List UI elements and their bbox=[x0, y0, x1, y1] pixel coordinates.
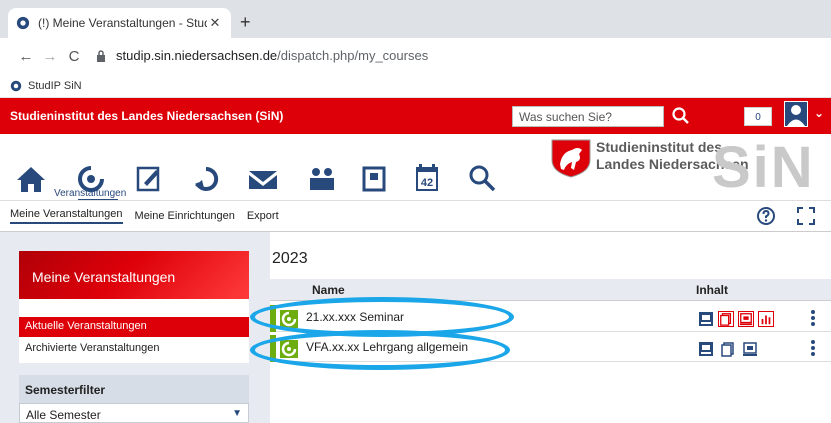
column-header-content: Inhalt bbox=[696, 283, 728, 297]
files-icon[interactable] bbox=[720, 341, 736, 357]
tab-my-institutes[interactable]: Meine Einrichtungen bbox=[135, 210, 235, 222]
course-name[interactable]: 21.xx.xxx Seminar bbox=[306, 310, 404, 324]
column-header-name[interactable]: Name bbox=[312, 283, 345, 297]
search-nav-icon[interactable] bbox=[468, 164, 496, 192]
mail-icon[interactable] bbox=[248, 170, 278, 190]
messages-compose-icon[interactable] bbox=[136, 164, 162, 192]
people-icon[interactable] bbox=[306, 166, 338, 192]
sub-navigation: Meine Veranstaltungen Meine Einrichtunge… bbox=[0, 200, 831, 232]
community-icon[interactable] bbox=[192, 166, 220, 192]
course-table-header: Name Inhalt bbox=[270, 279, 831, 301]
nav-label-courses[interactable]: Veranstaltungen bbox=[54, 188, 126, 199]
table-row[interactable]: 21.xx.xxx Seminar bbox=[270, 305, 831, 332]
schedule-icon[interactable] bbox=[738, 311, 754, 327]
table-row[interactable]: VFA.xx.xx Lehrgang allgemein bbox=[270, 335, 831, 362]
avatar-icon[interactable] bbox=[784, 101, 808, 127]
semester-year-heading: 2023 bbox=[272, 250, 308, 267]
schedule-icon[interactable] bbox=[742, 341, 758, 357]
calendar-icon[interactable]: 42 bbox=[414, 163, 440, 193]
help-icon[interactable] bbox=[756, 206, 776, 226]
semester-filter-value: Alle Semester bbox=[26, 408, 101, 422]
course-color-bar bbox=[270, 335, 276, 362]
global-search-input[interactable]: Was suchen Sie? bbox=[512, 106, 664, 127]
lock-icon bbox=[97, 49, 105, 62]
studip-bookmark-icon bbox=[10, 80, 22, 91]
tab-close-icon[interactable]: ✕ bbox=[207, 15, 223, 31]
forward-icon[interactable]: → bbox=[38, 48, 62, 65]
url-field[interactable]: studip.sin.niedersachsen.de /dispatch.ph… bbox=[96, 48, 428, 63]
browser-tab[interactable]: (!) Meine Veranstaltungen - Stud ✕ bbox=[8, 8, 231, 38]
fullscreen-icon[interactable] bbox=[796, 206, 816, 226]
semester-filter-select[interactable]: Alle Semester ▼ bbox=[19, 403, 249, 423]
brand-logo: Studieninstitut des Landes Niedersachsen… bbox=[544, 135, 824, 200]
semester-filter-title: Semesterfilter bbox=[19, 375, 249, 403]
chevron-down-icon: ▼ bbox=[232, 408, 242, 419]
profile-icon[interactable] bbox=[362, 166, 386, 192]
calendar-day: 42 bbox=[421, 177, 433, 189]
sidebar-item-current-courses[interactable]: Aktuelle Veranstaltungen bbox=[19, 317, 249, 337]
back-icon[interactable]: ← bbox=[14, 48, 38, 65]
participants-icon[interactable] bbox=[698, 341, 714, 357]
org-name[interactable]: Studieninstitut des Landes Niedersachsen… bbox=[10, 109, 831, 123]
browser-tab-title: (!) Meine Veranstaltungen - Stud bbox=[38, 16, 207, 30]
url-path: /dispatch.php/my_courses bbox=[277, 48, 429, 63]
files-icon[interactable] bbox=[718, 311, 734, 327]
course-icon[interactable] bbox=[280, 340, 298, 358]
search-icon[interactable] bbox=[668, 104, 694, 128]
bookmarks-bar: StudIP SiN bbox=[0, 74, 831, 98]
notification-counter[interactable]: 0 bbox=[744, 107, 772, 126]
sidebar-item-archived-courses[interactable]: Archivierte Veranstaltungen bbox=[19, 339, 249, 359]
course-icon[interactable] bbox=[280, 310, 298, 328]
chevron-down-icon[interactable]: ⌄ bbox=[814, 106, 824, 120]
studip-topbar: Studieninstitut des Landes Niedersachsen… bbox=[0, 98, 831, 134]
tab-export[interactable]: Export bbox=[247, 210, 279, 222]
reload-icon[interactable]: C bbox=[62, 48, 86, 65]
tab-my-courses[interactable]: Meine Veranstaltungen bbox=[10, 208, 123, 224]
course-name[interactable]: VFA.xx.xx Lehrgang allgemein bbox=[306, 340, 468, 354]
statistics-icon[interactable] bbox=[758, 311, 774, 327]
course-color-bar bbox=[270, 305, 276, 332]
new-tab-icon[interactable]: + bbox=[240, 12, 251, 33]
browser-tabstrip: (!) Meine Veranstaltungen - Stud ✕ + bbox=[0, 0, 831, 38]
more-options-icon[interactable] bbox=[810, 339, 816, 357]
bookmark-studip[interactable]: StudIP SiN bbox=[28, 80, 82, 92]
studip-favicon-icon bbox=[16, 16, 30, 30]
participants-icon[interactable] bbox=[698, 311, 714, 327]
home-icon[interactable] bbox=[16, 165, 46, 193]
more-options-icon[interactable] bbox=[810, 309, 816, 327]
horse-crest-icon bbox=[551, 139, 591, 178]
sidebar-title: Meine Veranstaltungen bbox=[19, 251, 249, 299]
sin-logo-text: SiN bbox=[712, 135, 815, 200]
url-host: studip.sin.niedersachsen.de bbox=[116, 48, 278, 63]
address-bar: ← → C studip.sin.niedersachsen.de /dispa… bbox=[0, 38, 831, 74]
